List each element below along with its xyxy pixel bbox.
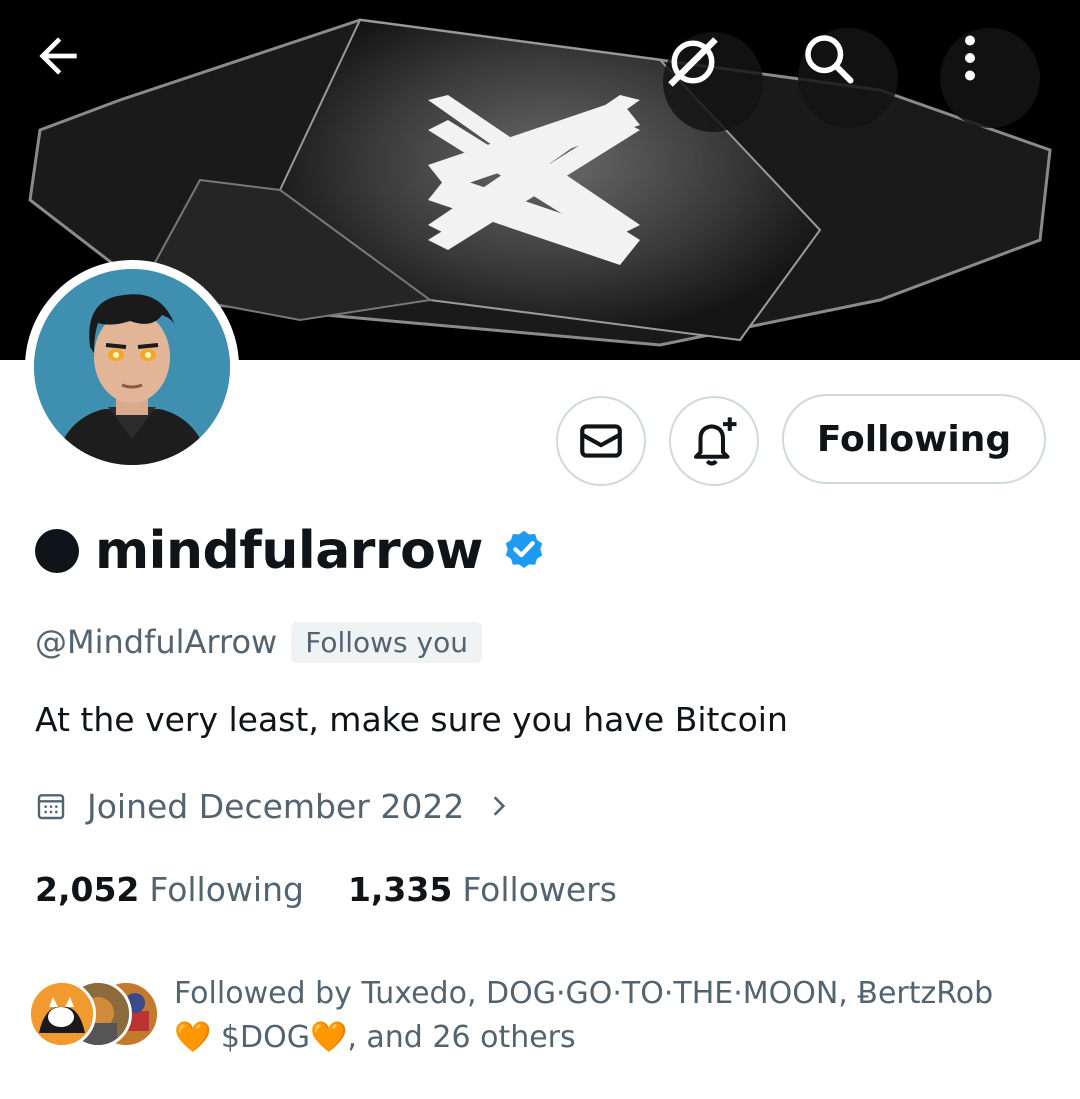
followers-label: Followers [462,869,617,909]
arrow-left-icon [39,37,77,75]
handle: @MindfulArrow [35,623,278,661]
status-dot [35,529,79,573]
followed-by-suffix: , and 26 others [347,1020,576,1055]
followers-stat[interactable]: 1,335 Followers [348,870,617,909]
followers-you-know-avatars [28,980,160,1052]
followers-count: 1,335 [347,869,453,909]
avatar-image [34,269,230,465]
following-stat[interactable]: 2,052 Following [35,870,304,909]
followed-by-text: Followed by Tuxedo, DOG·GO·TO·THE·MOON, … [174,972,1054,1060]
search-button[interactable] [798,28,898,128]
back-button[interactable] [30,28,130,128]
chevron-right-icon [494,796,506,816]
following-label: Following [149,869,304,909]
bell-plus-icon [693,417,737,466]
grok-button[interactable] [663,32,763,132]
verified-badge-icon[interactable] [501,526,547,576]
following-count: 2,052 [35,869,140,909]
profile-avatar[interactable] [25,260,239,474]
message-button[interactable] [556,396,646,486]
slash-circle-icon [668,37,718,87]
joined-date: Joined December 2022 [87,786,465,826]
search-icon [805,35,854,84]
calendar-icon [37,794,65,820]
more-vertical-icon [965,35,975,81]
mini-avatar-1 [28,980,96,1048]
name-row: mindfularrow [35,516,547,586]
followed-by-line: Followed by Tuxedo, DOG·GO·TO·THE·MOON, … [174,976,994,1011]
more-button[interactable] [940,28,1040,128]
orange-heart-icon: 🧡 [309,1020,348,1055]
following-button[interactable]: Following [782,394,1046,484]
orange-heart-icon: 🧡 [174,1020,212,1055]
notify-button[interactable] [669,396,759,486]
dog-token: $DOG [220,1020,310,1055]
follow-stats: 2,052 Following 1,335 Followers [35,864,617,914]
joined-row[interactable]: Joined December 2022 [35,782,512,830]
bio: At the very least, make sure you have Bi… [35,700,788,739]
envelope-icon [580,424,622,458]
follows-you-badge: Follows you [291,621,482,663]
display-name: mindfularrow [95,521,483,581]
handle-row: @MindfulArrow Follows you [35,618,482,666]
